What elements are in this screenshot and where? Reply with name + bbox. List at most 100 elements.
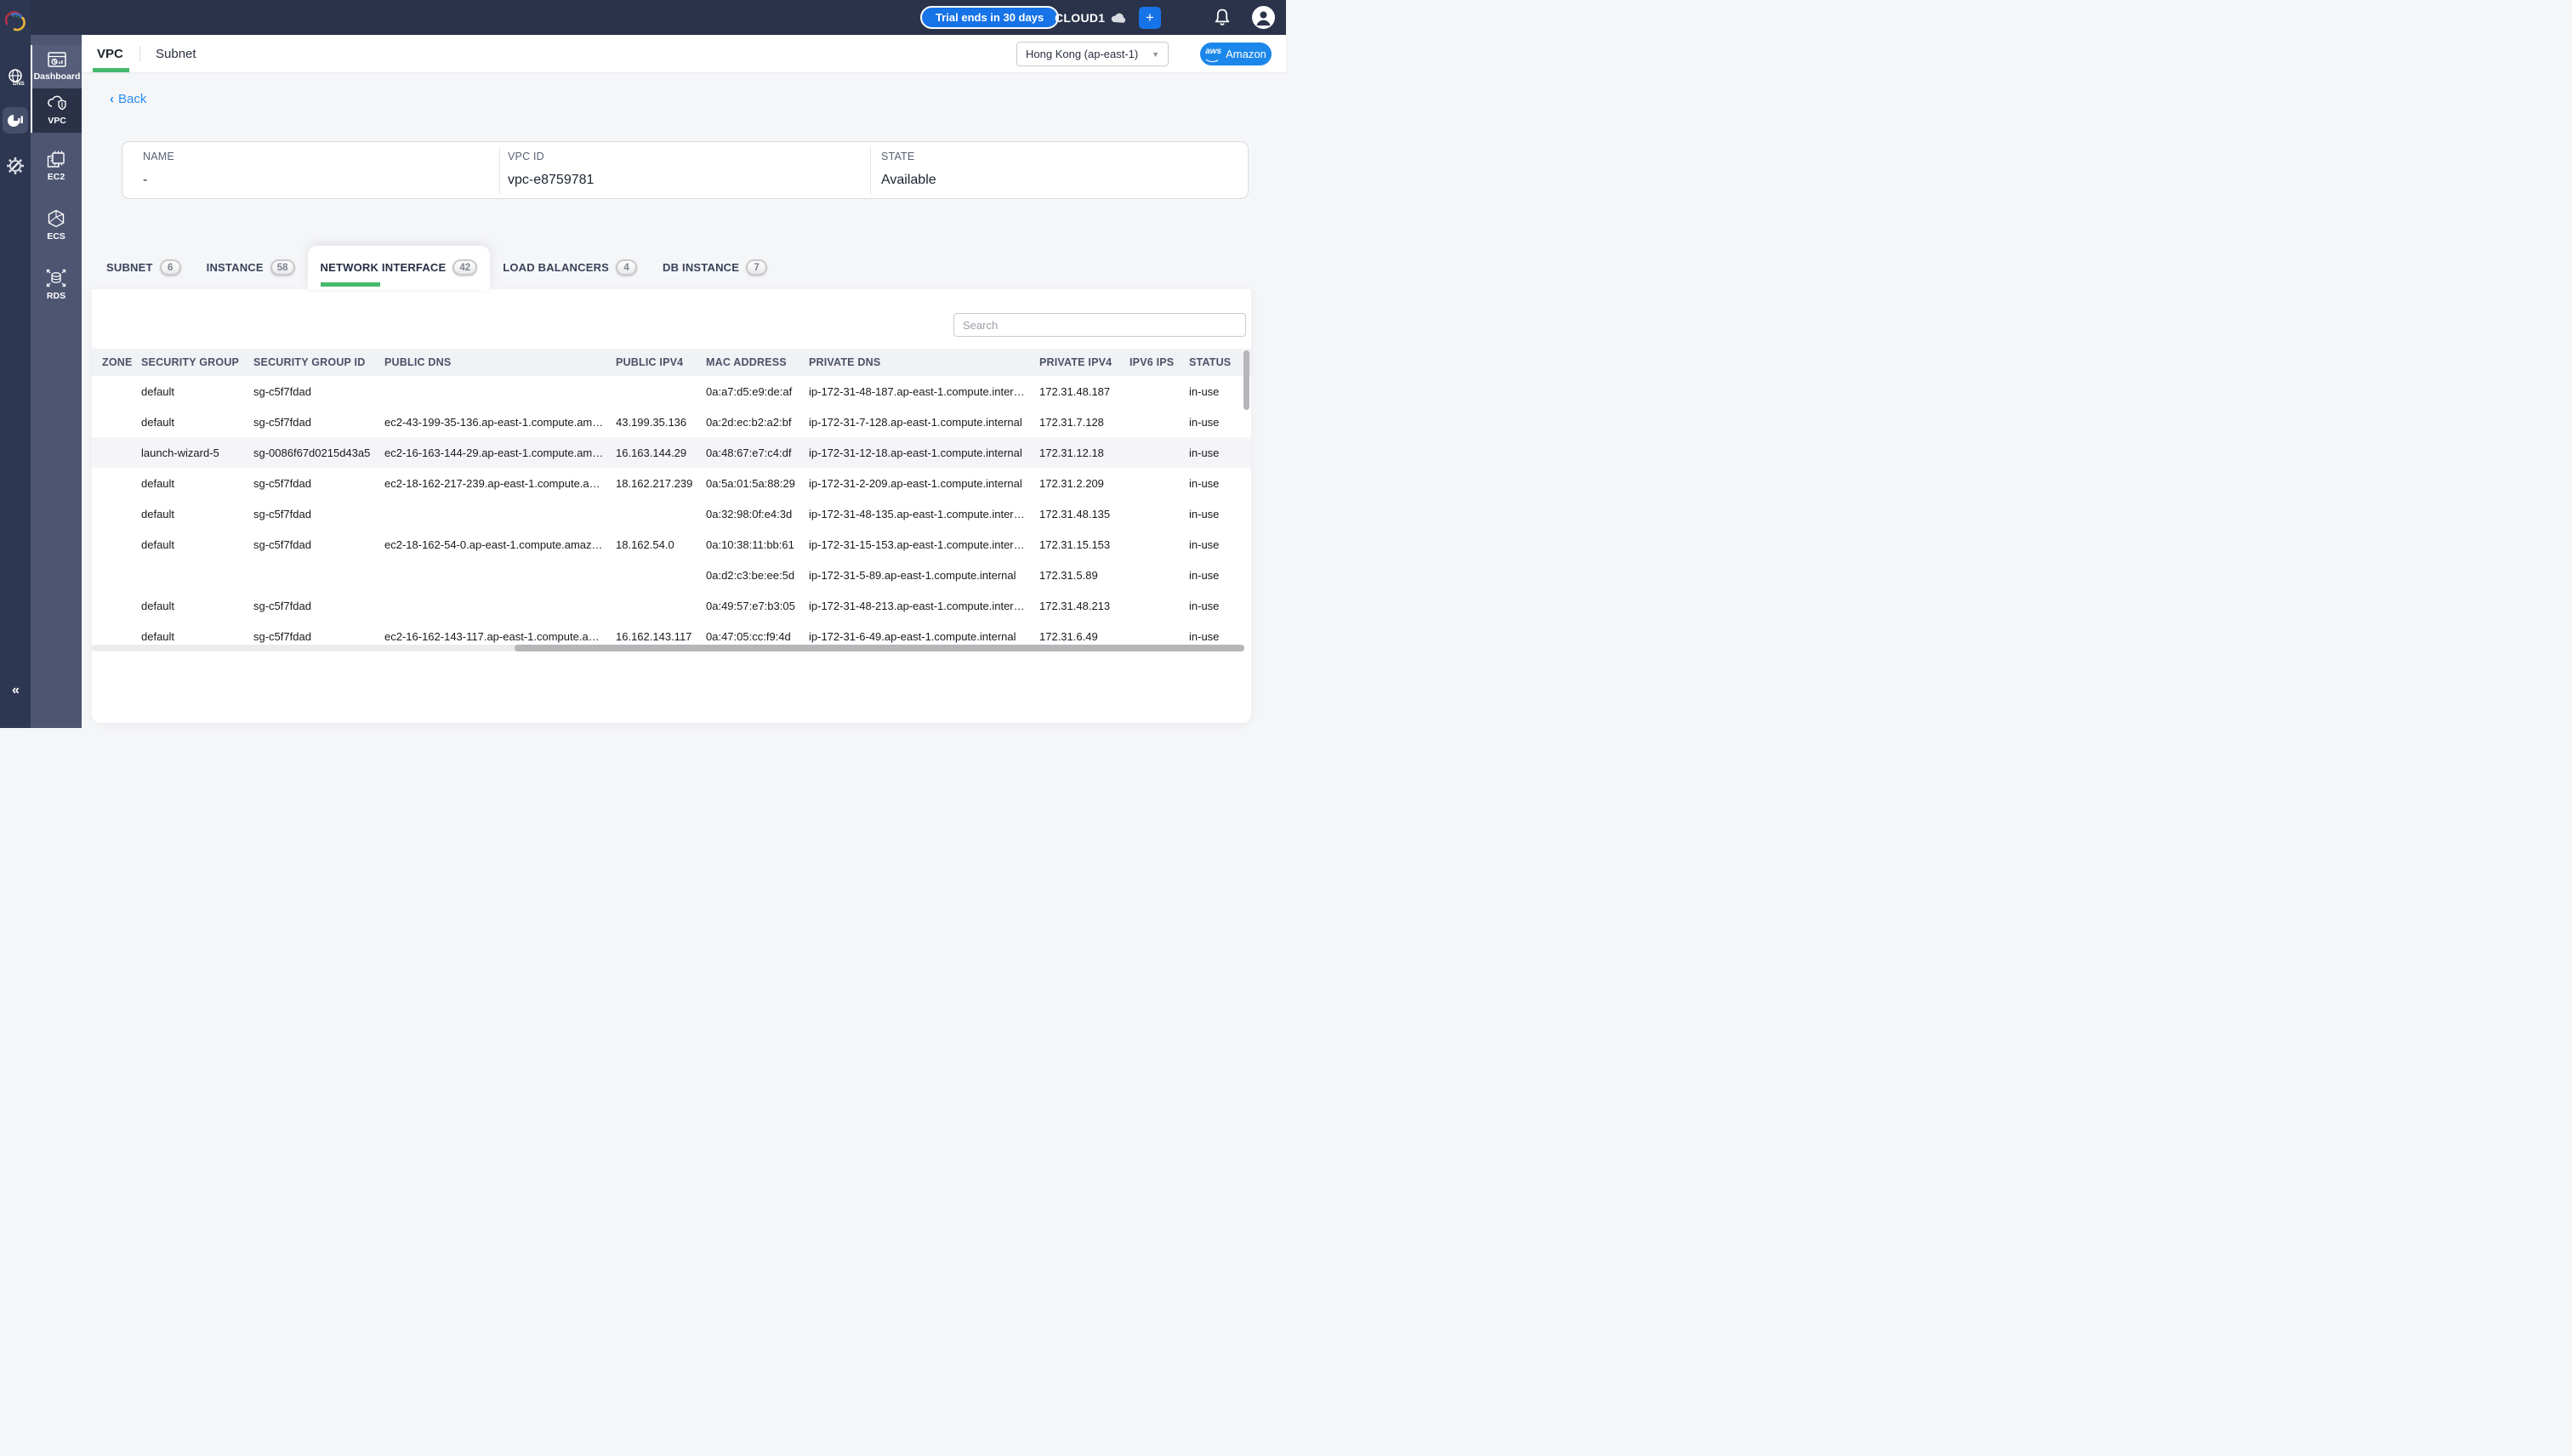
resource-tab-count-badge: 6 xyxy=(160,259,181,276)
table-header-row: ZONESECURITY GROUPSECURITY GROUP IDPUBLI… xyxy=(92,349,1251,376)
column-header: STATUS xyxy=(1189,356,1238,368)
analytics-tool-icon[interactable] xyxy=(3,107,28,134)
table-cell: in-use xyxy=(1189,416,1238,429)
resource-tab-instance[interactable]: INSTANCE58 xyxy=(194,246,308,289)
notifications-bell-icon[interactable] xyxy=(1213,8,1232,28)
table-cell: 0a:49:57:e7:b3:05 xyxy=(706,600,809,612)
sidebar-item-vpc[interactable]: VPC xyxy=(31,88,82,133)
sidebar-item-label: Dashboard xyxy=(34,71,81,82)
sidebar-item-rds[interactable]: RDS xyxy=(31,262,82,308)
resource-tab-label: DB INSTANCE xyxy=(663,261,739,274)
sidebar-collapse-button[interactable]: « xyxy=(0,680,31,701)
table-cell: 0a:a7:d5:e9:de:af xyxy=(706,385,809,398)
table-cell: 18.162.217.239 xyxy=(616,477,706,490)
column-header: IPV6 IPS xyxy=(1130,356,1189,368)
org-switcher[interactable]: CLOUD1 xyxy=(1055,0,1125,35)
top-bar: Trial ends in 30 days CLOUD1 + xyxy=(0,0,1286,35)
table-cell: 0a:2d:ec:b2:a2:bf xyxy=(706,416,809,429)
table-cell: 172.31.7.128 xyxy=(1039,416,1130,429)
table-cell: 172.31.2.209 xyxy=(1039,477,1130,490)
table-cell: ip-172-31-48-135.ap-east-1.compute.inter… xyxy=(809,508,1039,520)
chevron-left-icon: ‹ xyxy=(110,92,114,106)
tab-subnet[interactable]: Subnet xyxy=(156,35,196,72)
rds-icon xyxy=(45,268,67,288)
table-cell: 172.31.5.89 xyxy=(1039,569,1130,582)
summary-vpcid-label: VPC ID xyxy=(508,151,594,162)
table-row[interactable]: defaultsg-c5f7fdadec2-43-199-35-136.ap-e… xyxy=(92,407,1251,437)
sidebar-item-label: EC2 xyxy=(48,172,65,182)
user-avatar[interactable] xyxy=(1252,6,1275,29)
tab-vpc[interactable]: VPC xyxy=(97,35,123,72)
table-row[interactable]: launch-wizard-5sg-0086f67d0215d43a5ec2-1… xyxy=(92,437,1251,468)
table-cell: default xyxy=(141,385,253,398)
table-cell: ip-172-31-2-209.ap-east-1.compute.intern… xyxy=(809,477,1039,490)
table-row[interactable]: defaultsg-c5f7fdadec2-18-162-54-0.ap-eas… xyxy=(92,529,1251,560)
region-select[interactable]: Hong Kong (ap-east-1) ▼ xyxy=(1016,42,1169,66)
provider-amazon-button[interactable]: aws Amazon xyxy=(1200,43,1272,65)
table-cell: ec2-16-163-144-29.ap-east-1.compute.am… xyxy=(384,446,616,459)
dns-tool-icon[interactable]: DNS xyxy=(0,66,31,88)
table-row[interactable]: defaultsg-c5f7fdad0a:49:57:e7:b3:05ip-17… xyxy=(92,590,1251,621)
table-cell: ec2-16-162-143-117.ap-east-1.compute.a… xyxy=(384,630,616,643)
cloud-icon xyxy=(1111,13,1125,23)
network-interface-table: ZONESECURITY GROUPSECURITY GROUP IDPUBLI… xyxy=(92,349,1251,651)
horizontal-scrollbar-thumb[interactable] xyxy=(515,645,1244,651)
table-cell: default xyxy=(141,600,253,612)
table-cell: 172.31.48.213 xyxy=(1039,600,1130,612)
resource-tab-db-instance[interactable]: DB INSTANCE7 xyxy=(650,246,780,289)
sidebar-item-label: VPC xyxy=(48,116,66,126)
table-cell: ec2-43-199-35-136.ap-east-1.compute.am… xyxy=(384,416,616,429)
sidebar-item-ecs[interactable]: ECS xyxy=(31,202,82,248)
table-cell: ec2-18-162-217-239.ap-east-1.compute.a… xyxy=(384,477,616,490)
table-cell: in-use xyxy=(1189,569,1238,582)
table-cell: default xyxy=(141,508,253,520)
table-cell: 0a:10:38:11:bb:61 xyxy=(706,538,809,551)
table-cell: 172.31.12.18 xyxy=(1039,446,1130,459)
search-input[interactable] xyxy=(953,313,1246,337)
vertical-scrollbar-thumb[interactable] xyxy=(1243,350,1249,410)
column-header: SECURITY GROUP ID xyxy=(253,356,384,368)
table-cell: sg-c5f7fdad xyxy=(253,600,384,612)
page-header: VPC Subnet Hong Kong (ap-east-1) ▼ aws A… xyxy=(82,35,1286,72)
svg-text:DNS: DNS xyxy=(13,81,25,87)
summary-state-value: Available xyxy=(881,173,936,188)
column-header: ZONE xyxy=(92,356,141,368)
resource-tab-count-badge: 58 xyxy=(270,259,295,276)
summary-name-value: - xyxy=(143,173,174,188)
resource-tab-network-interface[interactable]: NETWORK INTERFACE42 xyxy=(308,246,491,289)
add-button[interactable]: + xyxy=(1139,7,1161,29)
table-row[interactable]: defaultsg-c5f7fdad0a:32:98:0f:e4:3dip-17… xyxy=(92,498,1251,529)
table-row[interactable]: 0a:d2:c3:be:ee:5dip-172-31-5-89.ap-east-… xyxy=(92,560,1251,590)
summary-state-label: STATE xyxy=(881,151,936,162)
summary-divider xyxy=(499,147,500,195)
resource-tab-count-badge: 42 xyxy=(452,259,477,276)
sidebar-item-dashboard[interactable]: Dashboard xyxy=(31,45,82,88)
table-cell: sg-c5f7fdad xyxy=(253,538,384,551)
settings-gear-icon[interactable] xyxy=(0,155,31,177)
resource-tab-count-badge: 4 xyxy=(616,259,637,276)
trial-badge-button[interactable]: Trial ends in 30 days xyxy=(920,6,1059,29)
resource-tab-subnet[interactable]: SUBNET6 xyxy=(94,246,194,289)
table-cell: ip-172-31-15-153.ap-east-1.compute.inter… xyxy=(809,538,1039,551)
sidebar-item-label: RDS xyxy=(47,291,65,301)
table-cell: 16.163.144.29 xyxy=(616,446,706,459)
sidebar-item-ec2[interactable]: EC2 xyxy=(31,143,82,189)
ecs-icon xyxy=(46,208,66,229)
services-rail: Dashboard VPC EC2 xyxy=(31,35,82,728)
dashboard-icon xyxy=(47,51,67,69)
vertical-scrollbar[interactable] xyxy=(1243,349,1249,651)
table-cell: ip-172-31-6-49.ap-east-1.compute.interna… xyxy=(809,630,1039,643)
table-cell: ip-172-31-5-89.ap-east-1.compute.interna… xyxy=(809,569,1039,582)
resource-tab-load-balancers[interactable]: LOAD BALANCERS4 xyxy=(490,246,650,289)
table-cell: 43.199.35.136 xyxy=(616,416,706,429)
table-cell: sg-0086f67d0215d43a5 xyxy=(253,446,384,459)
back-link[interactable]: ‹ Back xyxy=(110,92,146,106)
active-resource-tab-underline xyxy=(321,282,380,287)
table-cell: 0a:5a:01:5a:88:29 xyxy=(706,477,809,490)
horizontal-scrollbar[interactable] xyxy=(92,645,1244,651)
table-row[interactable]: defaultsg-c5f7fdadec2-18-162-217-239.ap-… xyxy=(92,468,1251,498)
vpc-icon xyxy=(46,94,68,113)
table-cell: in-use xyxy=(1189,538,1238,551)
app-logo[interactable] xyxy=(3,9,27,32)
table-row[interactable]: defaultsg-c5f7fdad0a:a7:d5:e9:de:afip-17… xyxy=(92,376,1251,407)
